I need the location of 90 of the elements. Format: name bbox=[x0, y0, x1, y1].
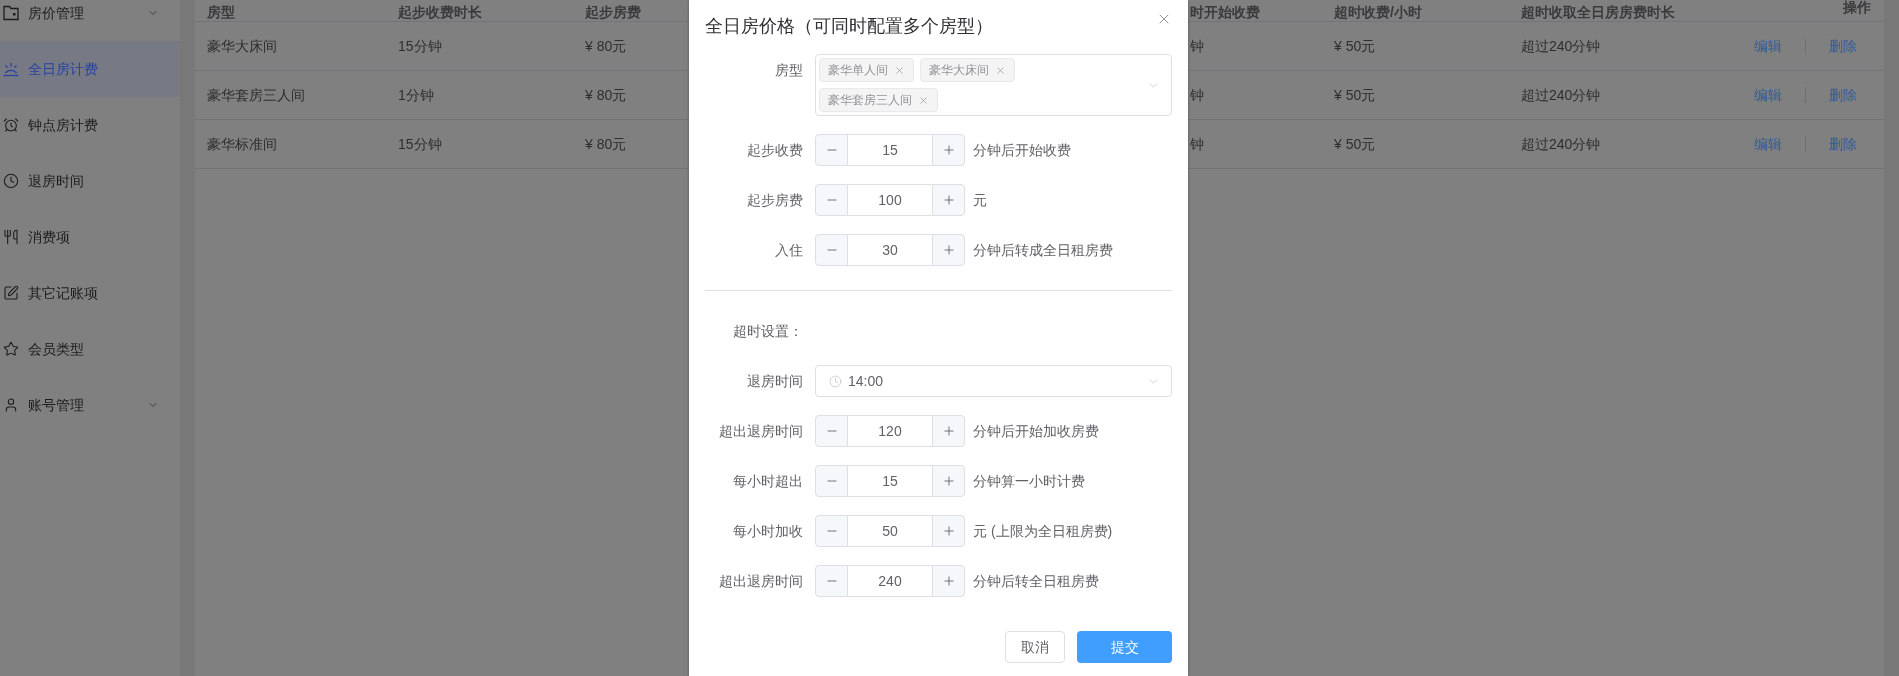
plus-icon bbox=[941, 474, 956, 488]
unit-label: 分钟后转全日租房费 bbox=[973, 571, 1099, 591]
star-icon bbox=[3, 341, 19, 357]
decrement-button[interactable] bbox=[815, 465, 848, 497]
column-header: 起步收费时长 bbox=[398, 4, 482, 20]
column-header: 超时收取全日房房费时长 bbox=[1521, 4, 1675, 20]
increment-button[interactable] bbox=[932, 515, 965, 547]
room-type-tag[interactable]: 豪华套房三人间 bbox=[819, 88, 938, 112]
plus-icon bbox=[941, 424, 956, 438]
number-field[interactable]: 120 bbox=[848, 415, 932, 447]
close-icon[interactable] bbox=[918, 94, 929, 106]
increment-button[interactable] bbox=[932, 465, 965, 497]
number-field[interactable]: 100 bbox=[848, 184, 932, 216]
decrement-button[interactable] bbox=[815, 234, 848, 266]
table-cell: 15分钟 bbox=[398, 136, 442, 152]
unit-label: 分钟后开始收费 bbox=[973, 140, 1071, 160]
form-label: 超出退房时间 bbox=[719, 572, 803, 591]
column-header: 房型 bbox=[207, 4, 235, 20]
increment-button[interactable] bbox=[932, 415, 965, 447]
close-icon[interactable] bbox=[995, 64, 1006, 76]
form-label: 超出退房时间 bbox=[719, 422, 803, 441]
close-icon[interactable] bbox=[894, 64, 905, 76]
table-cell: 钟 bbox=[1190, 87, 1204, 103]
form-label: 房型 bbox=[775, 61, 803, 80]
alarm-clock-icon bbox=[3, 117, 19, 133]
number-field[interactable]: 50 bbox=[848, 515, 932, 547]
decrement-button[interactable] bbox=[815, 184, 848, 216]
number-field[interactable]: 240 bbox=[848, 565, 932, 597]
unit-label: 分钟算一小时计费 bbox=[973, 471, 1085, 491]
unit-label: 分钟后开始加收房费 bbox=[973, 421, 1099, 441]
unit-label: 分钟后转成全日租房费 bbox=[973, 240, 1113, 260]
decrement-button[interactable] bbox=[815, 134, 848, 166]
form-label: 入住 bbox=[775, 241, 803, 260]
increment-button[interactable] bbox=[932, 565, 965, 597]
plus-icon bbox=[941, 574, 956, 588]
number-field[interactable]: 30 bbox=[848, 234, 932, 266]
column-header: 起步房费 bbox=[585, 4, 641, 20]
number-field[interactable]: 15 bbox=[848, 465, 932, 497]
plus-icon bbox=[941, 193, 956, 207]
table-cell: 超过240分钟 bbox=[1521, 87, 1601, 103]
form-label: 超时设置： bbox=[733, 322, 803, 341]
table-cell: 钟 bbox=[1190, 38, 1204, 54]
table-cell: ¥ 50元 bbox=[1334, 38, 1376, 54]
plus-icon bbox=[941, 524, 956, 538]
folder-icon bbox=[3, 5, 19, 21]
table-cell: ¥ 80元 bbox=[585, 87, 627, 103]
increment-button[interactable] bbox=[932, 134, 965, 166]
column-header: 超时收费/小时 bbox=[1334, 4, 1422, 20]
sunrise-icon bbox=[3, 61, 19, 77]
table-cell: ¥ 50元 bbox=[1334, 136, 1376, 152]
fork-spoon-icon bbox=[3, 229, 19, 245]
edit-icon bbox=[3, 285, 19, 301]
table-cell: 超过240分钟 bbox=[1521, 136, 1601, 152]
cancel-button[interactable]: 取消 bbox=[1005, 631, 1065, 663]
dialog-title: 全日房价格（可同时配置多个房型） bbox=[705, 15, 993, 38]
increment-button[interactable] bbox=[932, 234, 965, 266]
form-label: 起步收费 bbox=[747, 141, 803, 160]
decrement-button[interactable] bbox=[815, 565, 848, 597]
unit-label: 元 (上限为全日租房费) bbox=[973, 521, 1113, 541]
form-label: 退房时间 bbox=[747, 372, 803, 391]
room-type-select[interactable]: 豪华单人间 豪华大床间 豪华套房三人间 bbox=[815, 54, 1172, 116]
number-field[interactable]: 15 bbox=[848, 134, 932, 166]
table-cell: 15分钟 bbox=[398, 38, 442, 54]
table-cell: 钟 bbox=[1190, 136, 1204, 152]
column-header: 操作 bbox=[1843, 0, 1871, 14]
table-cell: ¥ 80元 bbox=[585, 136, 627, 152]
table-cell: ¥ 50元 bbox=[1334, 87, 1376, 103]
table-cell: 豪华套房三人间 bbox=[207, 87, 305, 103]
submit-button[interactable]: 提交 bbox=[1077, 631, 1172, 663]
table-cell: ¥ 80元 bbox=[585, 38, 627, 54]
form-label: 每小时超出 bbox=[733, 472, 803, 491]
column-header: 时开始收费 bbox=[1190, 4, 1260, 20]
clock-icon bbox=[829, 374, 842, 388]
plus-icon bbox=[941, 243, 956, 257]
form-label: 起步房费 bbox=[747, 191, 803, 210]
table-cell: 豪华大床间 bbox=[207, 38, 277, 54]
table-cell: 1分钟 bbox=[398, 87, 434, 103]
table-cell: 超过240分钟 bbox=[1521, 38, 1601, 54]
table-cell: 豪华标准间 bbox=[207, 136, 277, 152]
form-label: 每小时加收 bbox=[733, 522, 803, 541]
room-type-tag[interactable]: 豪华大床间 bbox=[920, 58, 1015, 82]
room-type-tag[interactable]: 豪华单人间 bbox=[819, 58, 914, 82]
decrement-button[interactable] bbox=[815, 415, 848, 447]
unit-label: 元 bbox=[973, 190, 987, 210]
increment-button[interactable] bbox=[932, 184, 965, 216]
time-picker[interactable]: 14:00 bbox=[815, 365, 1172, 397]
clock-icon bbox=[3, 173, 19, 189]
plus-icon bbox=[941, 143, 956, 157]
user-icon bbox=[3, 397, 19, 413]
decrement-button[interactable] bbox=[815, 515, 848, 547]
